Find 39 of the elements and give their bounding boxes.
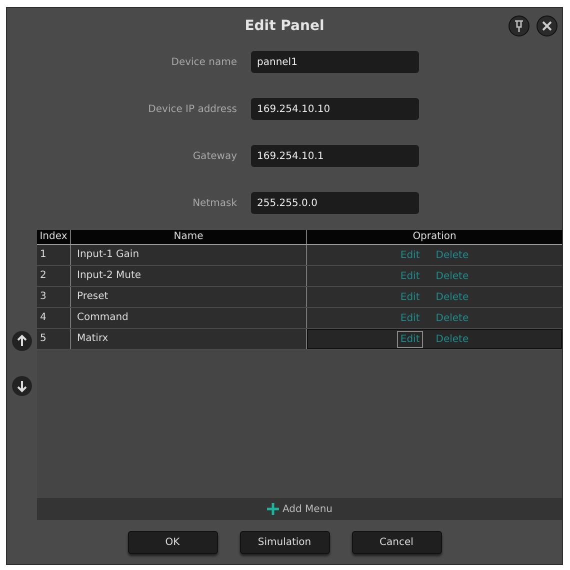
table-cell: Input-2 Mute xyxy=(71,266,307,286)
table-cell: Matirx xyxy=(71,329,307,349)
pin-icon[interactable] xyxy=(508,15,530,37)
edit-link[interactable]: Edit xyxy=(397,331,423,348)
table-cell: 4 xyxy=(37,308,71,328)
field-label: Device IP address xyxy=(147,104,238,114)
input-field[interactable]: 255.255.0.0 xyxy=(251,192,419,214)
table-cell: Input-1 Gain xyxy=(71,245,307,265)
table-cell: Preset xyxy=(71,287,307,307)
table-cell: 3 xyxy=(37,287,71,307)
edit-link[interactable]: Edit xyxy=(397,268,423,285)
close-icon[interactable] xyxy=(536,15,558,37)
dialog-button[interactable]: Simulation xyxy=(240,530,330,554)
delete-link[interactable]: Delete xyxy=(432,331,472,348)
dialog-button[interactable]: Cancel xyxy=(352,530,442,554)
window-title: Edit Panel xyxy=(244,18,324,34)
delete-link[interactable]: Delete xyxy=(432,289,472,306)
field-label: Device name xyxy=(170,56,238,68)
column-header: Opration xyxy=(412,230,458,244)
field-label: Gateway xyxy=(192,150,238,162)
table-cell: 1 xyxy=(37,245,71,265)
table-cell: 5 xyxy=(37,329,71,349)
column-header: Index xyxy=(37,230,71,244)
edit-link[interactable]: Edit xyxy=(397,289,423,306)
column-header: Name xyxy=(71,230,307,244)
delete-link[interactable]: Delete xyxy=(432,247,472,264)
field-label: Netmask xyxy=(192,198,238,208)
input-field[interactable]: pannel1 xyxy=(251,51,419,73)
table-cell: Command xyxy=(71,308,307,328)
delete-link[interactable]: Delete xyxy=(432,310,472,327)
edit-link[interactable]: Edit xyxy=(397,310,423,327)
delete-link[interactable]: Delete xyxy=(432,268,472,285)
table-cell: 2 xyxy=(37,266,71,286)
plus-icon xyxy=(266,503,278,515)
input-field[interactable]: 169.254.10.10 xyxy=(251,98,419,120)
edit-link[interactable]: Edit xyxy=(397,247,423,264)
input-field[interactable]: 169.254.10.1 xyxy=(251,145,419,167)
dialog-button[interactable]: OK xyxy=(128,530,218,554)
add-menu-button[interactable]: Add Menu xyxy=(37,498,562,520)
